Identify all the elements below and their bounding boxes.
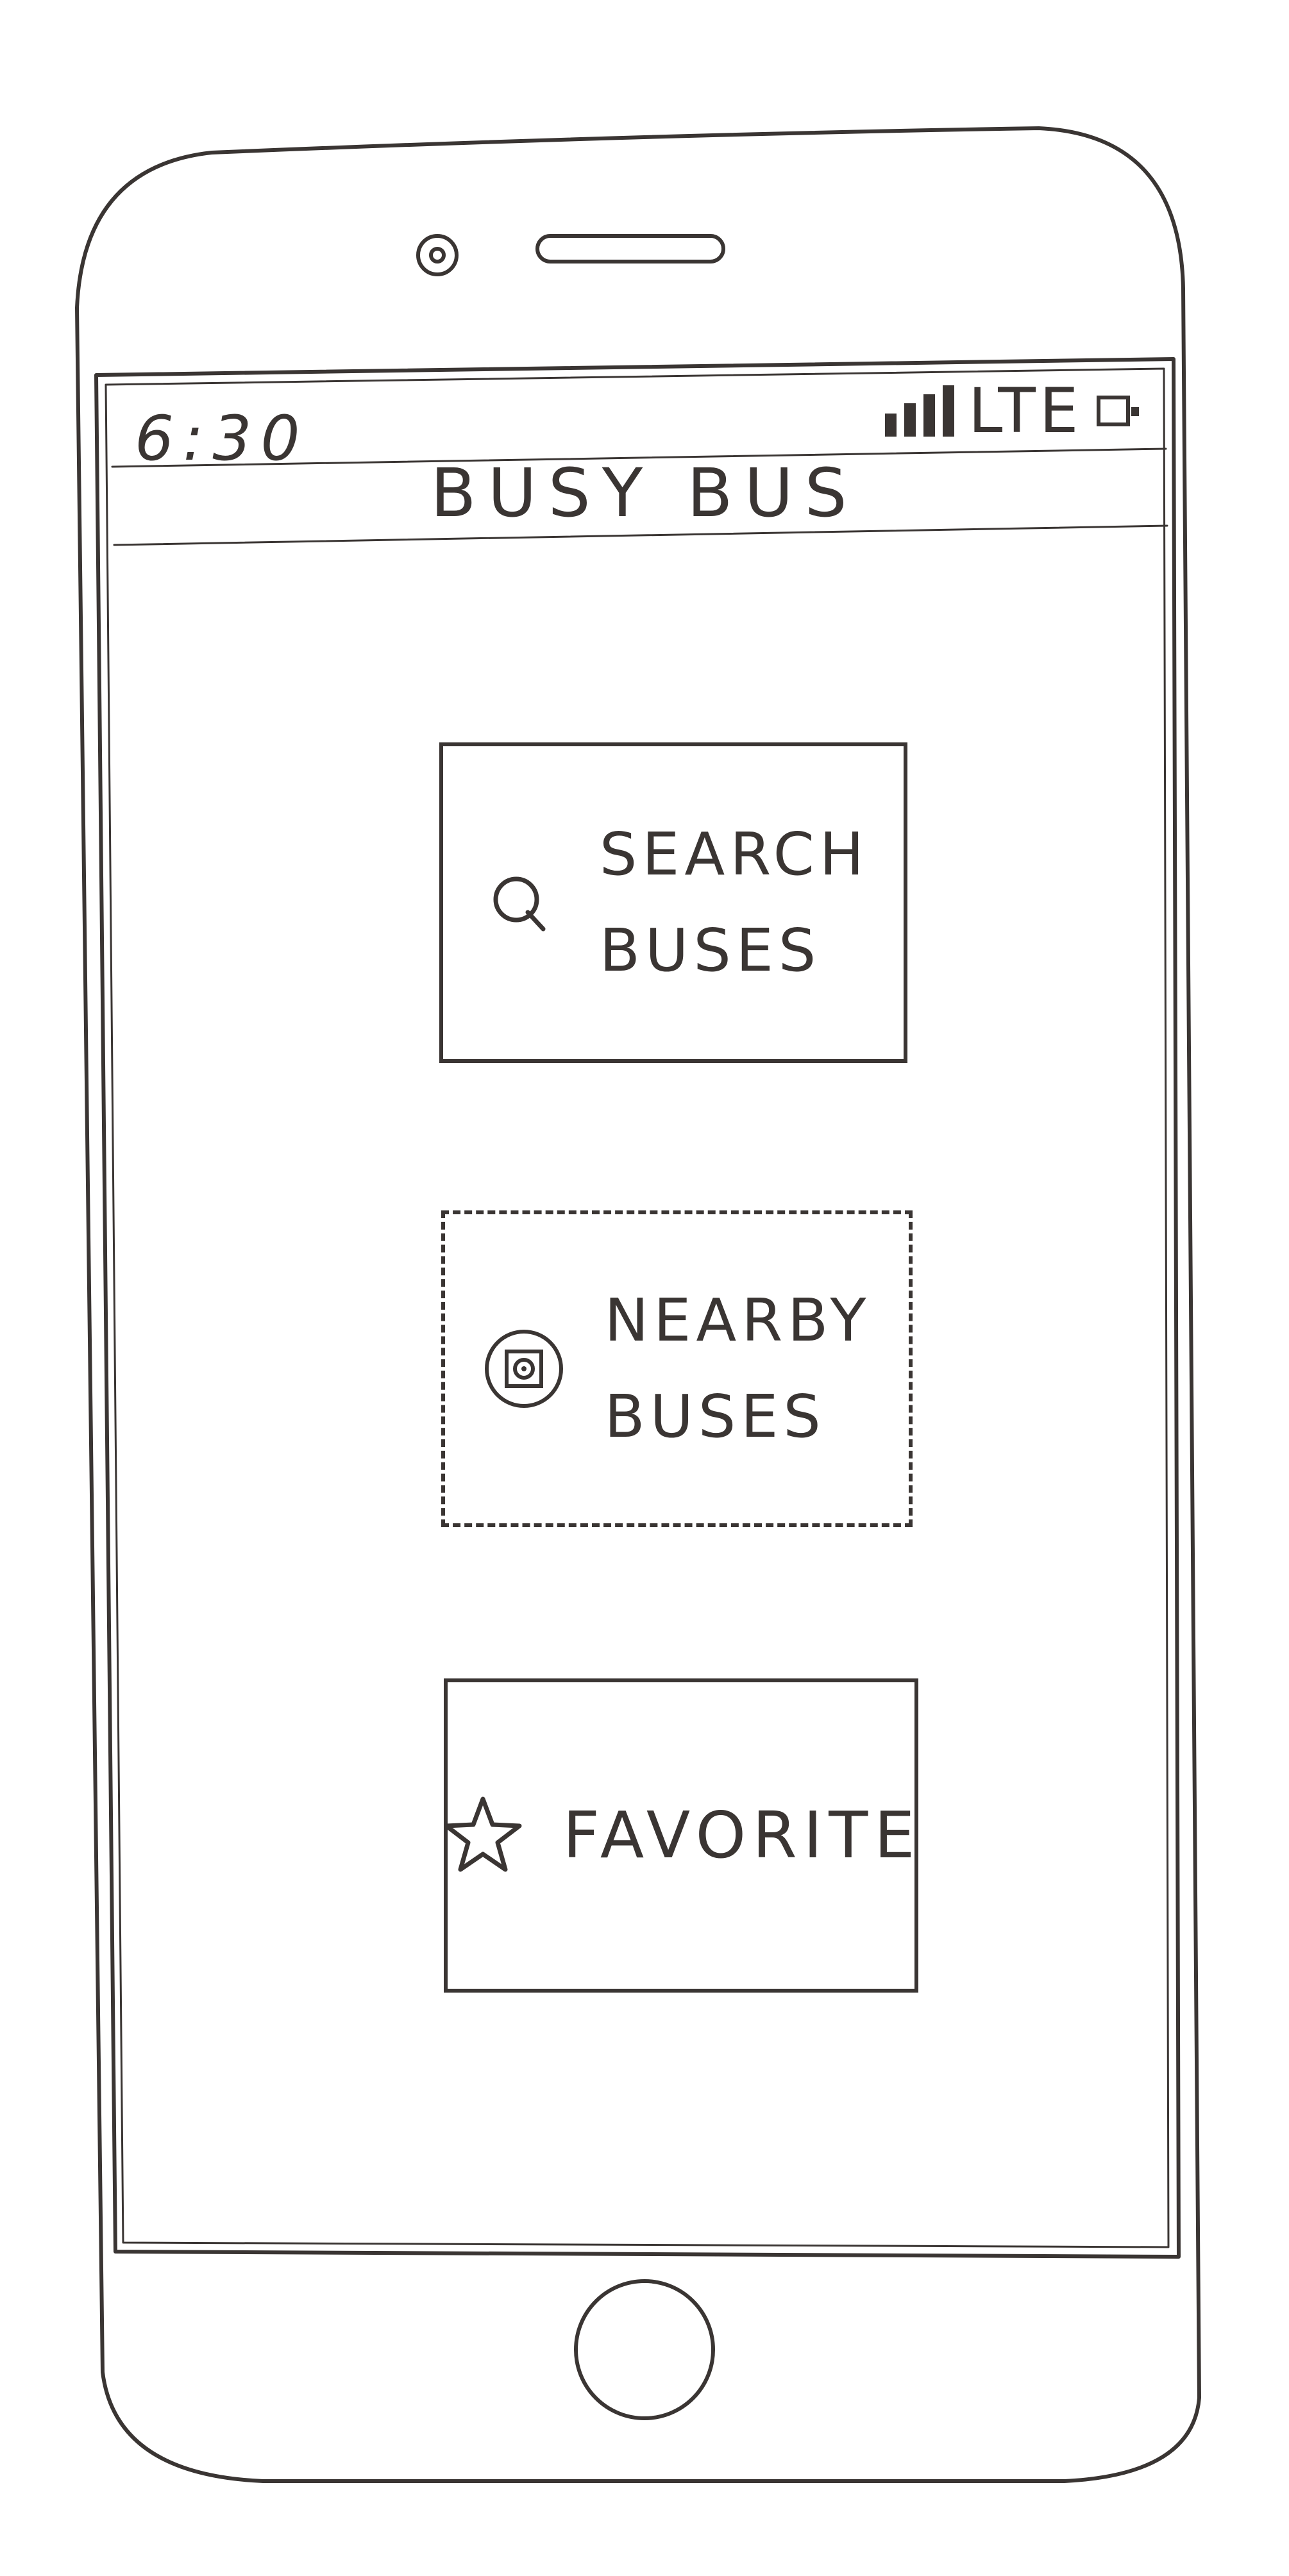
nearby-buses-button[interactable]: NEARBY BUSES — [441, 1210, 913, 1527]
home-button — [574, 2279, 715, 2420]
status-indicators: LTE — [885, 375, 1139, 447]
search-buses-label: SEARCH BUSES — [599, 820, 870, 985]
favorite-button[interactable]: FAVORITE — [444, 1678, 918, 1993]
app-title: BUSY BUS — [430, 454, 859, 532]
network-label: LTE — [968, 375, 1083, 447]
nearby-buses-label: NEARBY BUSES — [604, 1286, 872, 1451]
search-icon — [478, 861, 561, 944]
speaker-slot — [535, 234, 725, 263]
battery-icon — [1096, 396, 1139, 426]
signal-bars-icon — [885, 385, 954, 437]
star-icon — [441, 1794, 525, 1877]
search-buses-button[interactable]: SEARCH BUSES — [439, 742, 907, 1063]
location-target-icon — [482, 1327, 566, 1410]
favorite-label: FAVORITE — [562, 1798, 922, 1873]
camera-icon — [416, 234, 459, 276]
